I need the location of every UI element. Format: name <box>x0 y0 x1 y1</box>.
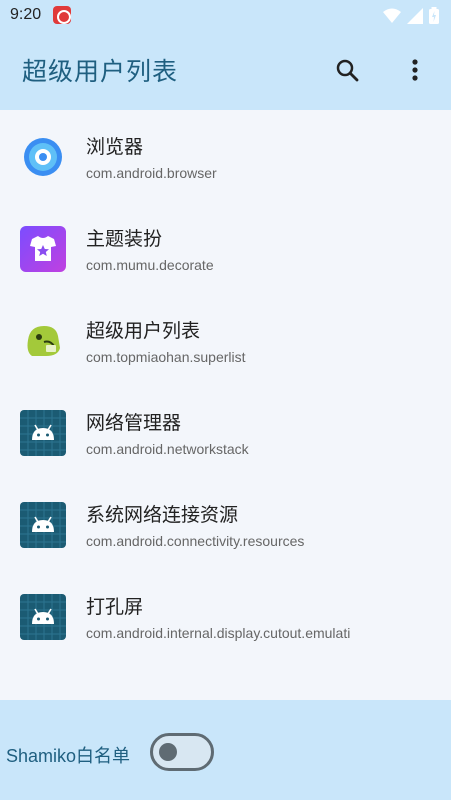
app-name: 打孔屏 <box>86 596 144 618</box>
app-package: com.mumu.decorate <box>86 257 214 273</box>
status-bar: 9:20 <box>0 0 451 32</box>
app-name: 系统网络连接资源 <box>86 504 239 526</box>
browser-icon <box>24 138 62 176</box>
list-item[interactable]: 超级用户列表 com.topmiaohan.superlist <box>0 294 451 386</box>
list-item[interactable]: 浏览器 com.android.browser <box>0 110 451 202</box>
notification-app-icon <box>53 6 71 24</box>
page-title: 超级用户列表 <box>22 57 179 86</box>
app-package: com.android.internal.display.cutout.emul… <box>86 625 351 641</box>
list-item[interactable]: 主题装扮 com.mumu.decorate <box>0 202 451 294</box>
app-name: 浏览器 <box>86 136 144 158</box>
shamiko-whitelist-label: Shamiko白名单 <box>6 746 131 766</box>
toggle-knob <box>159 743 177 761</box>
list-item[interactable]: 网络管理器 com.android.networkstack <box>0 386 451 478</box>
search-button[interactable] <box>333 56 361 84</box>
app-list: 浏览器 com.android.browser 主题装扮 com.mumu.de… <box>0 110 451 700</box>
app-bar: 超级用户列表 <box>0 32 451 110</box>
search-icon <box>336 59 359 82</box>
app-package: com.android.connectivity.resources <box>86 533 305 549</box>
list-item[interactable]: 打孔屏 com.android.internal.display.cutout.… <box>0 570 451 662</box>
app-package: com.android.networkstack <box>86 441 249 457</box>
status-icons <box>383 7 439 24</box>
app-name: 超级用户列表 <box>86 320 201 342</box>
wifi-icon <box>383 8 401 23</box>
shamiko-whitelist-toggle[interactable] <box>150 733 214 771</box>
signal-icon <box>407 7 423 24</box>
app-package: com.topmiaohan.superlist <box>86 349 246 365</box>
app-name: 网络管理器 <box>86 412 182 434</box>
android-icon <box>20 410 66 456</box>
more-options-button[interactable] <box>401 56 429 84</box>
battery-icon <box>429 7 439 24</box>
bottom-bar: Shamiko白名单 <box>0 700 451 800</box>
more-vert-icon <box>412 59 418 81</box>
status-time: 9:20 <box>10 6 42 23</box>
app-package: com.android.browser <box>86 165 217 181</box>
list-item[interactable]: 系统网络连接资源 com.android.connectivity.resour… <box>0 478 451 570</box>
superlist-app-icon <box>27 326 60 356</box>
android-icon <box>20 502 66 548</box>
theme-icon <box>20 226 66 272</box>
android-icon <box>20 594 66 640</box>
app-name: 主题装扮 <box>86 228 163 250</box>
